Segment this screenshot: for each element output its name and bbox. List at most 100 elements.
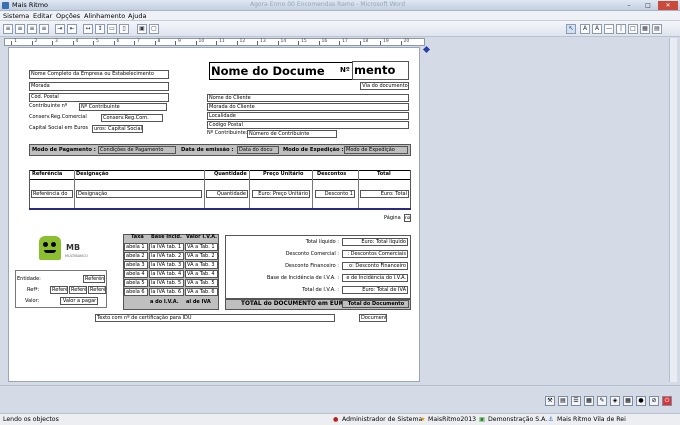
ref-field-1[interactable]: Referê bbox=[50, 286, 68, 294]
indent-icon[interactable]: ⇥ bbox=[55, 24, 65, 34]
row-referencia[interactable]: Referência do bbox=[31, 190, 73, 198]
vat-rate-3[interactable]: abela 3 bbox=[124, 261, 148, 269]
vat-value-6[interactable]: VA a Tab. 6 bbox=[185, 288, 218, 296]
list-icon[interactable]: ☰ bbox=[571, 396, 581, 406]
doc-number-label[interactable]: Nº bbox=[339, 63, 351, 79]
menu-opcoes[interactable]: Opções bbox=[56, 12, 80, 20]
vat-rate-6[interactable]: abela 6 bbox=[124, 288, 148, 296]
vat-base-3[interactable]: la IVA tab. 3 bbox=[149, 261, 184, 269]
vat-base-1[interactable]: la IVA tab. 1 bbox=[149, 243, 184, 251]
vat-base-4[interactable]: la IVA tab. 4 bbox=[149, 270, 184, 278]
row-quantidade[interactable]: Quantidade bbox=[206, 190, 248, 198]
minimize-button[interactable]: – bbox=[620, 1, 638, 10]
barcode-tool-icon[interactable]: ▤ bbox=[652, 24, 662, 34]
app-icon bbox=[2, 2, 9, 9]
value-field[interactable]: Valor a pagar bbox=[60, 297, 98, 305]
vat-total-value[interactable]: al de IVA bbox=[185, 299, 218, 308]
field-tool-icon[interactable]: A bbox=[592, 24, 602, 34]
calendar-icon[interactable]: ▦ bbox=[584, 396, 594, 406]
client-postal-field[interactable]: Código Postal bbox=[207, 121, 409, 129]
grid-icon[interactable]: ▦ bbox=[623, 396, 633, 406]
bring-front-icon[interactable]: ▣ bbox=[137, 24, 147, 34]
space-vertical-icon[interactable]: ↕ bbox=[95, 24, 105, 34]
row-preco[interactable]: Euro: Preço Unitário bbox=[252, 190, 310, 198]
row-designacao[interactable]: Designação bbox=[76, 190, 202, 198]
same-height-icon[interactable]: ▯ bbox=[119, 24, 129, 34]
total-iva-field[interactable]: Euro: Total de IVA bbox=[342, 286, 408, 294]
page-field[interactable]: na bbox=[404, 214, 411, 222]
client-name-field[interactable]: Nome do Cliente bbox=[207, 94, 409, 102]
align-right-icon[interactable]: ≡ bbox=[27, 24, 37, 34]
vat-base-6[interactable]: la IVA tab. 6 bbox=[149, 288, 184, 296]
entity-field[interactable]: Referên bbox=[83, 275, 105, 283]
align-left-icon[interactable]: ≡ bbox=[3, 24, 13, 34]
vat-base-5[interactable]: la IVA tab. 5 bbox=[149, 279, 184, 287]
conserv-field[interactable]: Conserv.Reg.Com. bbox=[101, 114, 163, 122]
base-incidencia-field[interactable]: e de Incidência do I.V.A. bbox=[342, 274, 408, 282]
shield-icon[interactable]: ◈ bbox=[610, 396, 620, 406]
vline-tool-icon[interactable]: | bbox=[616, 24, 626, 34]
menu-alinhamento[interactable]: Alinhamento bbox=[84, 12, 125, 20]
space-horizontal-icon[interactable]: ↔ bbox=[83, 24, 93, 34]
vat-total-base[interactable]: a do I.V.A. bbox=[149, 299, 184, 308]
vat-col-taxa: Taxa bbox=[131, 234, 144, 240]
report-icon[interactable]: ▤ bbox=[558, 396, 568, 406]
row-desconto[interactable]: Desconto 1 bbox=[315, 190, 355, 198]
vat-value-2[interactable]: VA a Tab. 2 bbox=[185, 252, 218, 260]
align-center-icon[interactable]: ≡ bbox=[15, 24, 25, 34]
company-address-field[interactable]: Morada bbox=[29, 82, 169, 91]
vat-base-2[interactable]: la IVA tab. 2 bbox=[149, 252, 184, 260]
ship-field[interactable]: Modo de Expedição bbox=[344, 146, 408, 154]
ref-field-3[interactable]: Referê bbox=[88, 286, 106, 294]
notes-icon[interactable]: ✎ bbox=[597, 396, 607, 406]
contrib-field[interactable]: Nº Contribuinte bbox=[79, 103, 167, 111]
client-city-field[interactable]: Localidade bbox=[207, 112, 409, 120]
line-tool-icon[interactable]: — bbox=[604, 24, 614, 34]
vat-rate-5[interactable]: abela 5 bbox=[124, 279, 148, 287]
payment-field[interactable]: Condições de Pagamento bbox=[98, 146, 176, 154]
text-tool-icon[interactable]: A bbox=[580, 24, 590, 34]
vat-value-4[interactable]: VA a Tab. 4 bbox=[185, 270, 218, 278]
company-postal-field[interactable]: Cód. Postal bbox=[29, 93, 169, 102]
send-back-icon[interactable]: ▢ bbox=[149, 24, 159, 34]
vat-value-3[interactable]: VA a Tab. 3 bbox=[185, 261, 218, 269]
desconto-comercial-field[interactable]: : Descontos Comerciais bbox=[342, 250, 408, 258]
outdent-icon[interactable]: ⇤ bbox=[67, 24, 77, 34]
vat-value-5[interactable]: VA a Tab. 5 bbox=[185, 279, 218, 287]
date-field[interactable]: Data do docu bbox=[237, 146, 279, 154]
vat-rate-1[interactable]: abela 1 bbox=[124, 243, 148, 251]
ref-field-2[interactable]: Referê bbox=[69, 286, 87, 294]
menu-ajuda[interactable]: Ajuda bbox=[128, 12, 146, 20]
rect-tool-icon[interactable]: □ bbox=[628, 24, 638, 34]
record-icon[interactable]: ● bbox=[636, 396, 646, 406]
align-justify-icon[interactable]: ≡ bbox=[39, 24, 49, 34]
doc-title[interactable]: Nome do Docume bbox=[211, 63, 325, 79]
pointer-icon[interactable]: ↖ bbox=[566, 24, 576, 34]
desconto-financeiro-field[interactable]: o: Desconto Financeiro bbox=[342, 262, 408, 270]
image-tool-icon[interactable]: ▦ bbox=[640, 24, 650, 34]
doc-via-field[interactable]: Via do documento bbox=[360, 82, 409, 90]
vertical-scrollbar[interactable] bbox=[669, 38, 677, 382]
row-total[interactable]: Euro: Total bbox=[360, 190, 409, 198]
total-liquido-field[interactable]: Euro: Total líquido bbox=[342, 238, 408, 246]
menu-editar[interactable]: Editar bbox=[33, 12, 52, 20]
power-icon[interactable]: ⏻ bbox=[662, 396, 672, 406]
margin-marker-icon[interactable] bbox=[422, 45, 431, 54]
close-button[interactable]: ✕ bbox=[658, 1, 678, 10]
company-name-field[interactable]: Nome Completo da Empresa ou Estabelecime… bbox=[29, 70, 169, 79]
vat-rate-2[interactable]: abela 2 bbox=[124, 252, 148, 260]
same-width-icon[interactable]: ▭ bbox=[107, 24, 117, 34]
capital-field[interactable]: uros: Capital Social bbox=[92, 125, 143, 133]
tools-icon[interactable]: ⚒ bbox=[545, 396, 555, 406]
client-address-field[interactable]: Morada do Cliente bbox=[207, 103, 409, 111]
client-contrib-field[interactable]: Número de Contribuinte bbox=[247, 130, 337, 138]
grand-total-field[interactable]: Total do Documento bbox=[342, 300, 409, 308]
cancel-icon[interactable]: ⊘ bbox=[649, 396, 659, 406]
menu-sistema[interactable]: Sistema bbox=[3, 12, 29, 20]
maximize-button[interactable]: □ bbox=[639, 1, 657, 10]
certification-text-field[interactable]: Texto com nº de certificação para IDU bbox=[95, 314, 335, 322]
doc-title-end[interactable]: mento bbox=[352, 61, 409, 80]
document-code-field[interactable]: Document bbox=[359, 314, 387, 322]
vat-rate-4[interactable]: abela 4 bbox=[124, 270, 148, 278]
vat-value-1[interactable]: VA a Tab. 1 bbox=[185, 243, 218, 251]
